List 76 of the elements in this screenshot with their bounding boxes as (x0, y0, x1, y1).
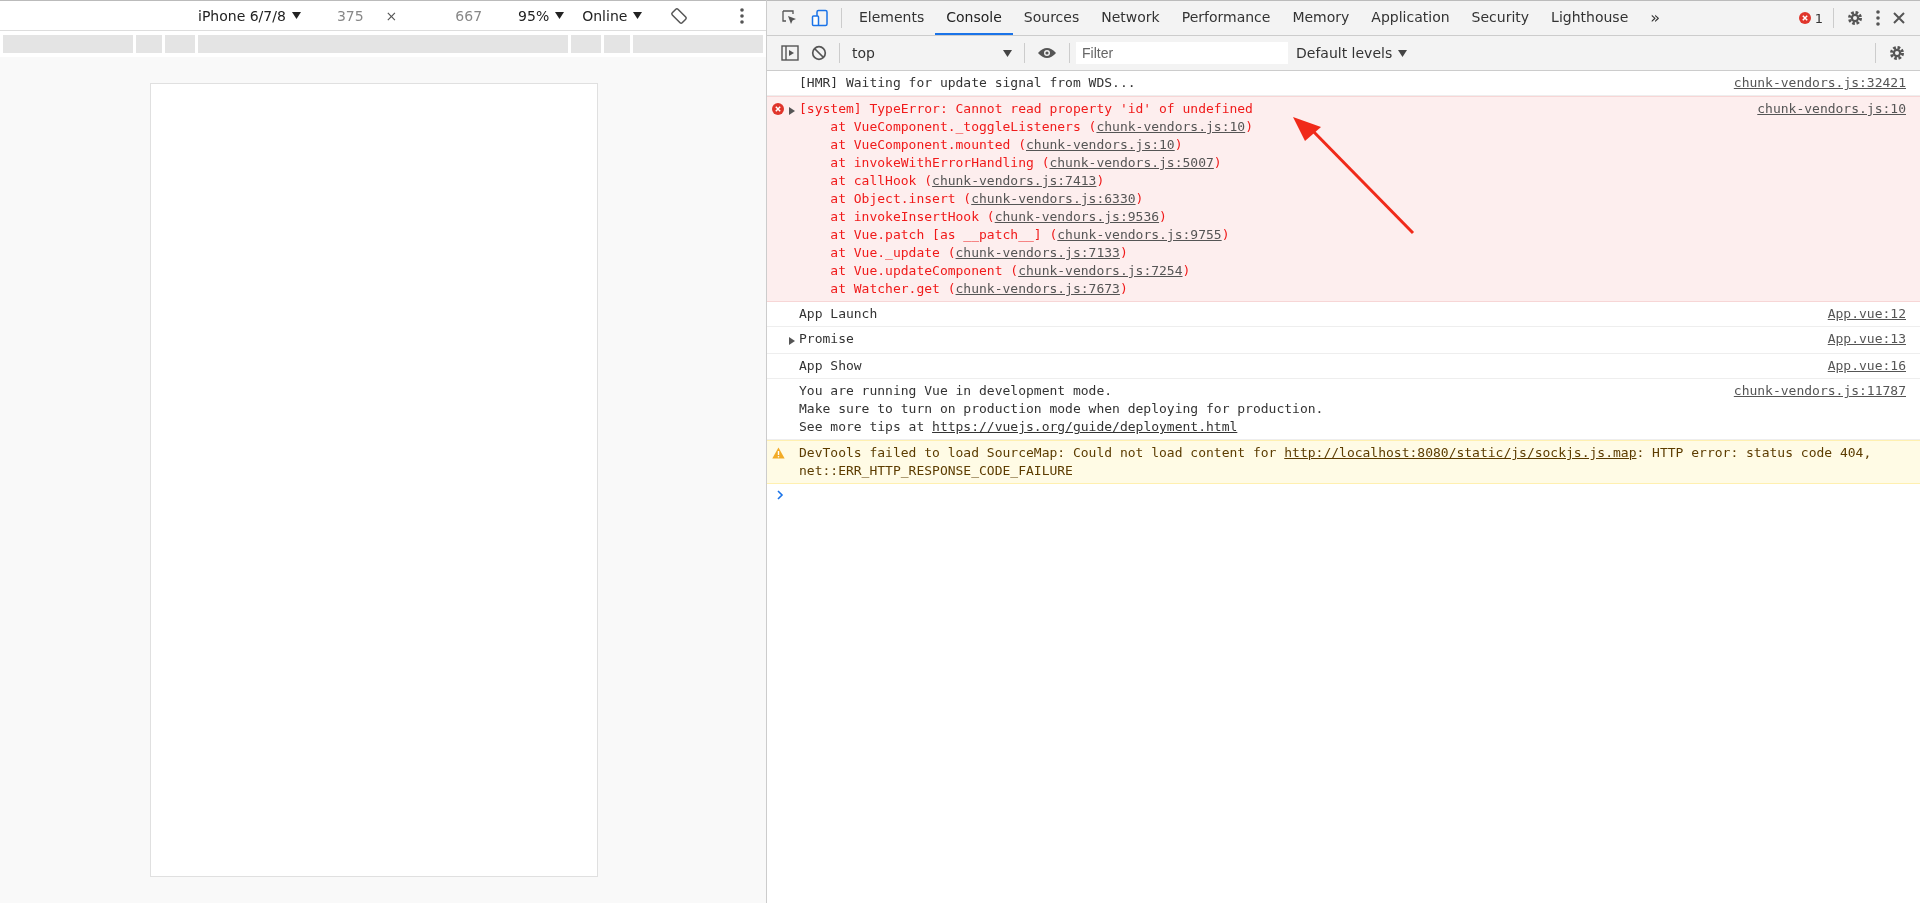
expand-triangle-icon[interactable] (789, 107, 795, 115)
message-text: Make sure to turn on production mode when deploying for production. (799, 400, 1325, 418)
message-text: at invokeWithErrorHandling (chunk-vendors.js:5007) (829, 154, 1223, 172)
source-link[interactable]: chunk-vendors.js:10 (1026, 137, 1175, 152)
source-link[interactable]: chunk-vendors.js:7133 (955, 245, 1120, 260)
error-counter[interactable]: 1 (1798, 10, 1823, 26)
message-text: at Watcher.get (chunk-vendors.js:7673) (829, 280, 1129, 298)
message-text: at Vue.patch [as __patch__] (chunk-vendors.js:9755) (829, 226, 1231, 244)
panel-tab[interactable]: Sources (1012, 1, 1091, 35)
source-link[interactable]: chunk-vendors.js:7673 (955, 281, 1120, 296)
message-text: App Launch (799, 305, 879, 323)
message-text: DevTools failed to load SourceMap: Could not load content for http://localhost:8080/static/js/sockjs.js.map: HTTP error: status code 404, net::ERR_HTTP_RESPONSE_CODE_FAILURE (799, 444, 1873, 480)
message-text: at VueComponent.mounted (chunk-vendors.js:10) (829, 136, 1184, 154)
source-link[interactable]: chunk-vendors.js:9755 (1057, 227, 1222, 242)
panel-tab[interactable]: Network (1090, 1, 1171, 35)
panel-tab[interactable]: Security (1460, 1, 1541, 35)
message-text: at Vue.updateComponent (chunk-vendors.js:7254) (829, 262, 1192, 280)
eye-icon[interactable] (1037, 46, 1057, 60)
message-text: You are running Vue in development mode. (799, 382, 1114, 400)
message-text: App Show (799, 357, 863, 375)
source-link[interactable]: chunk-vendors.js:10 (1096, 119, 1246, 134)
device-icon[interactable] (811, 9, 829, 27)
sidebar-toggle-icon[interactable] (781, 45, 799, 61)
context-dropdown[interactable]: top (846, 45, 1018, 61)
clear-console-icon[interactable] (811, 45, 827, 61)
panel-tab[interactable]: Performance (1170, 1, 1282, 35)
message-text: at Vue._update (chunk-vendors.js:7133) (829, 244, 1129, 262)
settings-icon[interactable] (1888, 44, 1906, 62)
source-link[interactable]: chunk-vendors.js:11787 (1733, 382, 1906, 400)
caret-icon (291, 12, 301, 19)
caret-icon (1398, 49, 1408, 57)
source-link[interactable]: App.vue:12 (1827, 305, 1906, 323)
message-text: [system] TypeError: Cannot read property 'id' of undefined (799, 100, 1254, 118)
zoom-dropdown[interactable]: 95% (518, 7, 565, 24)
expand-triangle-icon[interactable] (789, 337, 795, 345)
message-text: See more tips at https://vuejs.org/guide/deployment.html (799, 418, 1239, 436)
error-icon (772, 103, 784, 115)
message-text: at callHook (chunk-vendors.js:7413) (829, 172, 1106, 190)
settings-icon[interactable] (1846, 9, 1864, 27)
message-text: at Object.insert (chunk-vendors.js:6330) (829, 190, 1145, 208)
more-options-icon[interactable] (1876, 10, 1880, 26)
height-field[interactable]: 667 (455, 7, 483, 24)
more-tabs-button[interactable]: » (1639, 1, 1672, 35)
panel-tab[interactable]: Application (1360, 1, 1461, 35)
rotate-icon[interactable] (670, 6, 689, 25)
source-link[interactable]: App.vue:13 (1827, 330, 1906, 348)
source-link[interactable]: App.vue:16 (1827, 357, 1906, 375)
device-dropdown[interactable]: iPhone 6/7/8 (198, 7, 301, 24)
panel-tab[interactable]: Elements (848, 1, 936, 35)
panel-tab[interactable]: Lighthouse (1540, 1, 1640, 35)
caret-icon (633, 12, 643, 19)
prompt-chevron-icon[interactable] (777, 490, 784, 500)
width-field[interactable]: 375 (336, 7, 364, 24)
panel-tab[interactable]: Memory (1281, 1, 1361, 35)
more-options-icon[interactable] (740, 7, 744, 24)
source-link[interactable]: chunk-vendors.js:7254 (1018, 263, 1183, 278)
caret-icon (555, 12, 565, 19)
source-link[interactable]: chunk-vendors.js:7413 (932, 173, 1097, 188)
source-link[interactable]: chunk-vendors.js:5007 (1049, 155, 1214, 170)
message-text: Promise (799, 330, 855, 348)
message-text: at invokeInsertHook (chunk-vendors.js:9536) (829, 208, 1168, 226)
caret-icon (1003, 49, 1012, 57)
source-link[interactable]: http://localhost:8080/static/js/sockjs.js.map (1284, 445, 1637, 460)
warning-icon (771, 447, 785, 459)
network-dropdown[interactable]: Online (582, 7, 643, 24)
log-levels-dropdown[interactable]: Default levels (1296, 45, 1408, 61)
close-icon[interactable] (1892, 11, 1906, 25)
filter-field[interactable]: Filter (1076, 42, 1288, 64)
times-sign: × (385, 7, 398, 24)
message-text: at VueComponent._toggleListeners (chunk-vendors.js:10) (829, 118, 1254, 136)
source-link[interactable]: chunk-vendors.js:32421 (1733, 74, 1906, 92)
source-link[interactable]: chunk-vendors.js:9536 (994, 209, 1160, 224)
message-text: [HMR] Waiting for update signal from WDS... (799, 74, 1137, 92)
source-link[interactable]: chunk-vendors.js:6330 (971, 191, 1136, 206)
source-link[interactable]: https://vuejs.org/guide/deployment.html (932, 419, 1238, 434)
source-link[interactable]: chunk-vendors.js:10 (1757, 100, 1906, 118)
